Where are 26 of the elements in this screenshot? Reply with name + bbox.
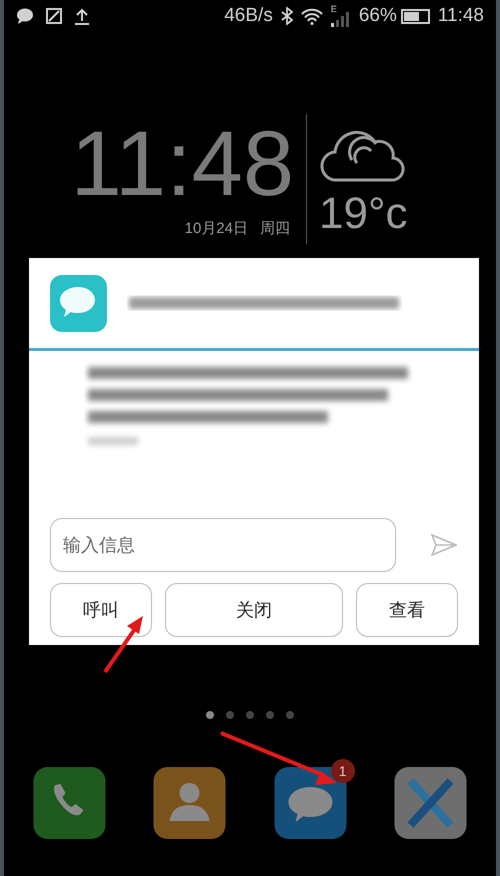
dialog-button[interactable]: 关闭	[165, 583, 343, 637]
wifi-icon	[300, 8, 323, 24]
signal-icon	[330, 11, 349, 27]
dialog-button[interactable]: 呼叫	[50, 583, 152, 637]
unread-badge: 1	[330, 759, 355, 783]
date-label: 10月24日	[184, 219, 248, 239]
image-icon	[46, 8, 62, 24]
network-speed: 46B/s	[224, 4, 273, 28]
chat-icon	[16, 8, 34, 24]
weekday-label: 周四	[260, 219, 290, 239]
dialog-button[interactable]: 查看	[356, 583, 458, 637]
browser-app-icon[interactable]	[394, 767, 467, 839]
battery-percentage: 66%	[358, 4, 397, 28]
temperature: 19°c	[319, 192, 409, 236]
contacts-app-icon[interactable]	[153, 767, 226, 839]
message-input[interactable]: 输入信息	[50, 518, 396, 572]
battery-icon	[400, 8, 430, 24]
upload-icon	[74, 8, 90, 24]
messages-app-icon	[50, 274, 107, 332]
network-type: E	[330, 5, 337, 14]
clock-time: 11:48	[70, 114, 294, 214]
arrow-icon	[219, 731, 339, 785]
bluetooth-icon	[280, 7, 293, 25]
status-time: 11:48	[438, 4, 484, 28]
messages-app-icon[interactable]	[274, 767, 347, 839]
phone-app-icon[interactable]	[33, 767, 106, 839]
